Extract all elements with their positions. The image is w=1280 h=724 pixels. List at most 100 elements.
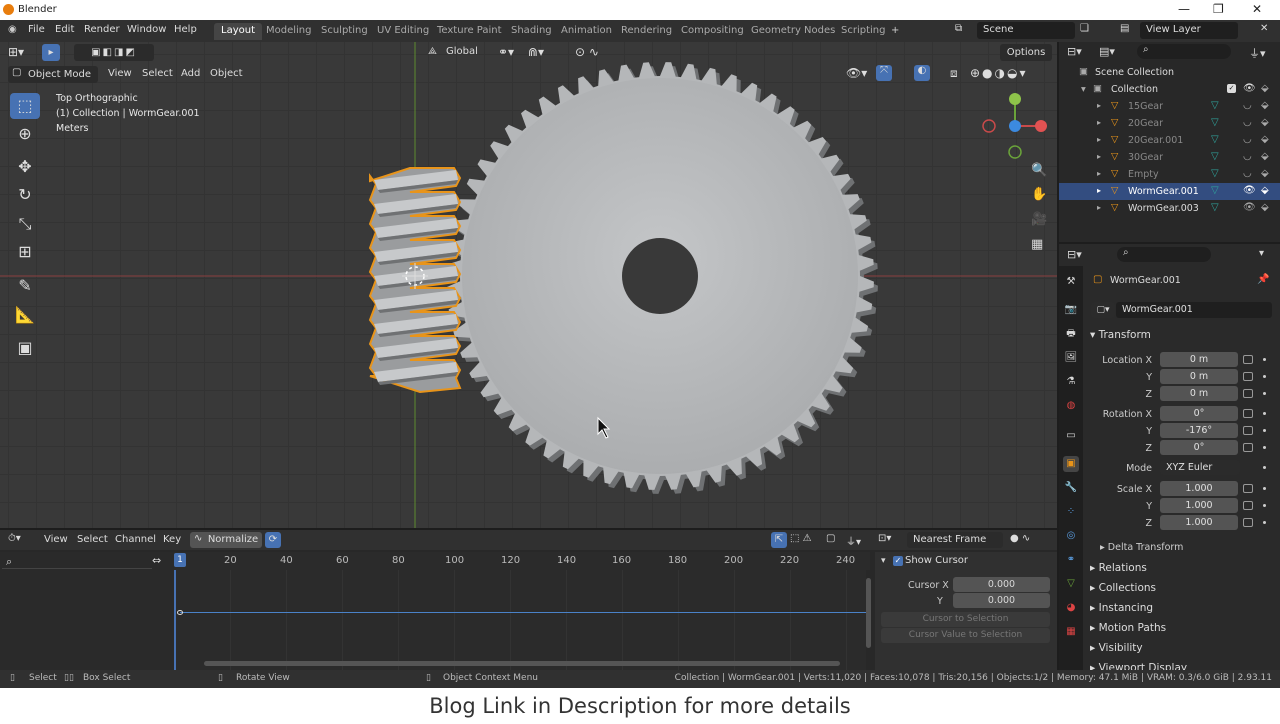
- expand-icon[interactable]: ▸: [1097, 203, 1101, 212]
- lock-icon[interactable]: [1243, 501, 1253, 510]
- properties-search-input[interactable]: ⌕: [1117, 247, 1211, 262]
- visibility-panel[interactable]: ▸ Visibility: [1090, 642, 1143, 654]
- hidden-eye-icon[interactable]: ◡: [1243, 168, 1252, 179]
- proportional-icon[interactable]: ● ∿: [1010, 533, 1030, 544]
- animate-dot-icon[interactable]: [1263, 375, 1266, 378]
- outliner-search-input[interactable]: ⌕: [1137, 44, 1231, 59]
- rotation-x-field[interactable]: 0°: [1160, 406, 1238, 421]
- lock-icon[interactable]: [1243, 426, 1253, 435]
- snap-select[interactable]: Nearest Frame: [907, 532, 1003, 548]
- frame-ruler[interactable]: [174, 552, 870, 570]
- proportional-edit-icon[interactable]: ⊙ ∿: [575, 45, 599, 59]
- cursor-x-field[interactable]: 0.000: [953, 577, 1050, 592]
- tab-compositing[interactable]: Compositing: [674, 23, 751, 40]
- mesh-data-icon[interactable]: ▽: [1211, 168, 1219, 179]
- render-camera-icon[interactable]: ⬙: [1261, 117, 1269, 128]
- mesh-data-icon[interactable]: ▽: [1211, 185, 1219, 196]
- object-name-field[interactable]: WormGear.001: [1116, 302, 1272, 318]
- lock-icon[interactable]: [1243, 372, 1253, 381]
- lock-icon[interactable]: [1243, 389, 1253, 398]
- overlay-toggle-icon[interactable]: ◐: [914, 65, 930, 81]
- animate-dot-icon[interactable]: [1263, 392, 1266, 395]
- select-box-tool-icon[interactable]: ⬚: [10, 93, 40, 119]
- particles-tab-icon[interactable]: ⁘: [1063, 504, 1079, 520]
- expand-icon[interactable]: ▸: [1097, 101, 1101, 110]
- delta-transform-panel[interactable]: ▸ Delta Transform: [1100, 542, 1183, 553]
- annotate-tool-icon[interactable]: ✎: [10, 273, 40, 299]
- cursor-tool-icon[interactable]: ⊕: [10, 121, 40, 147]
- texture-tab-icon[interactable]: ▦: [1063, 624, 1079, 640]
- remove-view-layer-icon[interactable]: ✕: [1260, 23, 1268, 34]
- mesh-data-icon[interactable]: ▽: [1211, 100, 1219, 111]
- instancing-panel[interactable]: ▸ Instancing: [1090, 602, 1153, 614]
- animate-dot-icon[interactable]: [1263, 504, 1266, 507]
- collection-checkbox[interactable]: ✓: [1227, 84, 1236, 93]
- view-layer-field[interactable]: View Layer: [1140, 22, 1238, 39]
- scale-tool-icon[interactable]: ⤡: [10, 211, 40, 237]
- only-selected-icon[interactable]: ⇱: [771, 532, 787, 548]
- relations-panel[interactable]: ▸ Relations: [1090, 562, 1147, 574]
- tab-rendering[interactable]: Rendering: [614, 23, 679, 40]
- cursor-y-field[interactable]: 0.000: [953, 593, 1050, 608]
- object-tab-icon[interactable]: ▣: [1063, 456, 1079, 472]
- mesh-data-icon[interactable]: ▽: [1211, 202, 1219, 213]
- select-tool-icon[interactable]: ▸: [42, 44, 60, 61]
- lock-icon[interactable]: [1243, 443, 1253, 452]
- timeline-editor-type-icon[interactable]: ⏱▾: [8, 533, 21, 544]
- expand-icon[interactable]: ▸: [1097, 135, 1101, 144]
- tab-modeling[interactable]: Modeling: [259, 23, 319, 40]
- viewport-menu-view[interactable]: View: [108, 68, 132, 79]
- output-tab-icon[interactable]: 🖶: [1063, 326, 1079, 342]
- display-mode-icon[interactable]: ▤▾: [1099, 45, 1115, 58]
- animate-dot-icon[interactable]: [1263, 466, 1266, 469]
- hidden-eye-icon[interactable]: ◡: [1243, 117, 1252, 128]
- transform-tool-icon[interactable]: ⊞: [10, 239, 40, 265]
- render-camera-icon[interactable]: ⬙: [1261, 168, 1269, 179]
- channel-search-icon[interactable]: ⌕: [6, 555, 12, 569]
- modifier-tab-icon[interactable]: 🔧: [1063, 480, 1079, 496]
- rotation-z-field[interactable]: 0°: [1160, 440, 1238, 455]
- view-layer-tab-icon[interactable]: 🖼: [1063, 350, 1079, 366]
- scale-y-field[interactable]: 1.000: [1160, 498, 1238, 513]
- menu-file[interactable]: File: [28, 24, 45, 35]
- transform-orientation-select[interactable]: Global: [446, 46, 478, 57]
- data-tab-icon[interactable]: ▽: [1063, 576, 1079, 592]
- pin-icon[interactable]: 📌: [1257, 274, 1269, 285]
- outliner-item[interactable]: ▸ ▽ Empty ▽ ◡ ⬙: [1059, 166, 1280, 183]
- object-browse-icon[interactable]: ▢▾: [1091, 302, 1115, 318]
- tab-uv-editing[interactable]: UV Editing: [370, 23, 436, 40]
- maximize-icon[interactable]: ❐: [1213, 2, 1224, 16]
- outliner-editor-type-icon[interactable]: ⊟▾: [1067, 45, 1082, 58]
- add-workspace-icon[interactable]: +: [884, 23, 906, 40]
- cursor-to-selection-button[interactable]: Cursor to Selection: [881, 612, 1050, 627]
- expand-icon[interactable]: ▸: [1097, 118, 1101, 127]
- timeline-menu-view[interactable]: View: [44, 534, 68, 545]
- move-tool-icon[interactable]: ✥: [10, 154, 40, 180]
- outliner-item[interactable]: ▸ ▽ 30Gear ▽ ◡ ⬙: [1059, 149, 1280, 166]
- location-x-field[interactable]: 0 m: [1160, 352, 1238, 367]
- close-icon[interactable]: ✕: [1252, 2, 1262, 16]
- animate-dot-icon[interactable]: [1263, 487, 1266, 490]
- collection-tab-icon[interactable]: ▭: [1063, 428, 1079, 444]
- motion-paths-panel[interactable]: ▸ Motion Paths: [1090, 622, 1166, 634]
- visibility-eye-icon[interactable]: 👁: [1243, 83, 1256, 94]
- render-camera-icon[interactable]: ⬙: [1261, 202, 1269, 213]
- mesh-data-icon[interactable]: ▽: [1211, 151, 1219, 162]
- location-z-field[interactable]: 0 m: [1160, 386, 1238, 401]
- options-button[interactable]: Options: [1000, 44, 1052, 61]
- properties-editor-type-icon[interactable]: ⊟▾: [1067, 248, 1082, 261]
- visibility-eye-icon[interactable]: 👁: [1243, 185, 1256, 196]
- minimize-icon[interactable]: —: [1178, 2, 1190, 16]
- scene-icon[interactable]: ⧉: [955, 23, 962, 34]
- expand-icon[interactable]: ▸: [1097, 169, 1101, 178]
- expand-icon[interactable]: ▸: [1097, 186, 1101, 195]
- rotate-tool-icon[interactable]: ↻: [10, 182, 40, 208]
- visibility-icon[interactable]: 👁▾: [846, 66, 867, 80]
- blender-menu-icon[interactable]: ◉: [8, 24, 17, 35]
- zoom-icon[interactable]: 🔍: [1031, 163, 1047, 178]
- viewport-menu-object[interactable]: Object: [210, 68, 243, 79]
- world-tab-icon[interactable]: ◍: [1063, 398, 1079, 414]
- timeline-menu-channel[interactable]: Channel: [115, 534, 156, 545]
- render-camera-icon[interactable]: ⬙: [1261, 151, 1269, 162]
- horizontal-scrollbar[interactable]: [204, 661, 840, 666]
